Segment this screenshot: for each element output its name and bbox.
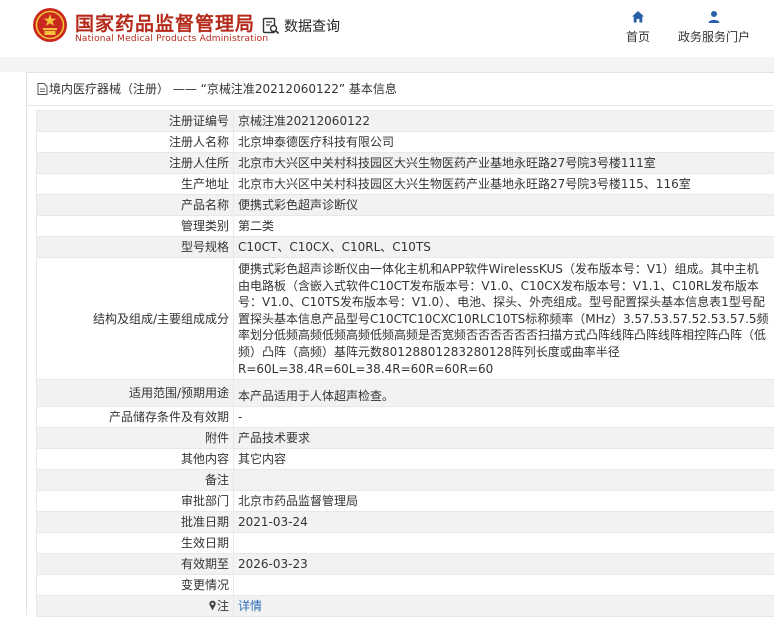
table-row: 有效期至2026-03-23	[37, 554, 774, 575]
table-row: 管理类别第二类	[37, 216, 774, 237]
breadcrumb-category[interactable]: 境内医疗器械（注册）	[49, 82, 169, 96]
details-link[interactable]: 详情	[238, 599, 262, 613]
field-label: 结构及组成/主要组成成分	[37, 258, 234, 380]
national-emblem-icon	[32, 7, 68, 43]
field-label: 注	[217, 599, 229, 613]
table-row: 注册证编号京械注准20212060122	[37, 111, 774, 132]
table-row: 生效日期	[37, 533, 774, 554]
data-query-link[interactable]: 数据查询	[262, 14, 340, 38]
field-value: 第二类	[234, 216, 774, 237]
field-label: 变更情况	[37, 575, 234, 596]
field-value	[234, 575, 774, 596]
table-row: 注册人住所北京市大兴区中关村科技园区大兴生物医药产业基地永旺路27号院3号楼11…	[37, 153, 774, 174]
user-icon	[707, 10, 721, 24]
brand-title: 国家药品监督管理局	[75, 9, 255, 36]
field-value: 本产品适用于人体超声检查。	[234, 380, 774, 407]
field-value	[234, 533, 774, 554]
field-value: 2021-03-24	[234, 512, 774, 533]
document-icon	[37, 83, 48, 95]
table-row: 审批部门北京市药品监督管理局	[37, 491, 774, 512]
table-row: 备注	[37, 470, 774, 491]
table-row: 批准日期2021-03-24	[37, 512, 774, 533]
field-value: 北京市大兴区中关村科技园区大兴生物医药产业基地永旺路27号院3号楼115、116…	[234, 174, 774, 195]
field-label: 审批部门	[37, 491, 234, 512]
table-row: 附件产品技术要求	[37, 428, 774, 449]
table-row: 注册人名称北京坤泰德医疗科技有限公司	[37, 132, 774, 153]
field-label: 生产地址	[37, 174, 234, 195]
breadcrumb-separator: ——	[173, 82, 197, 96]
table-row: 产品储存条件及有效期-	[37, 407, 774, 428]
data-query-label: 数据查询	[284, 16, 340, 36]
field-label: 注册人名称	[37, 132, 234, 153]
field-value: 北京坤泰德医疗科技有限公司	[234, 132, 774, 153]
table-row: 变更情况	[37, 575, 774, 596]
field-value: 便携式彩色超声诊断仪由一体化主机和APP软件WirelessKUS（发布版本号：…	[234, 258, 774, 380]
field-value: 京械注准20212060122	[234, 111, 774, 132]
data-search-icon	[262, 17, 280, 35]
field-label: 型号规格	[37, 237, 234, 258]
field-label: 注册证编号	[37, 111, 234, 132]
field-label: 附件	[37, 428, 234, 449]
table-row: 适用范围/预期用途本产品适用于人体超声检查。	[37, 380, 774, 407]
table-row: 型号规格C10CT、C10CX、C10RL、C10TS	[37, 237, 774, 258]
field-label: 批准日期	[37, 512, 234, 533]
table-row: 产品名称便携式彩色超声诊断仪	[37, 195, 774, 216]
nav-home-label: 首页	[626, 30, 650, 44]
table-row: 生产地址北京市大兴区中关村科技园区大兴生物医药产业基地永旺路27号院3号楼115…	[37, 174, 774, 195]
field-label: 产品储存条件及有效期	[37, 407, 234, 428]
registration-info-table: 注册证编号京械注准20212060122 注册人名称北京坤泰德医疗科技有限公司 …	[36, 110, 774, 617]
field-value: 北京市药品监督管理局	[234, 491, 774, 512]
field-label: 产品名称	[37, 195, 234, 216]
pin-icon	[208, 600, 217, 611]
field-label: 管理类别	[37, 216, 234, 237]
site-header: 国家药品监督管理局 National Medical Products Admi…	[0, 0, 774, 57]
field-value: -	[234, 407, 774, 428]
field-value: 便携式彩色超声诊断仪	[234, 195, 774, 216]
field-value: 其它内容	[234, 449, 774, 470]
breadcrumb-detail: “京械注准20212060122” 基本信息	[201, 82, 397, 96]
detail-panel: 境内医疗器械（注册） —— “京械注准20212060122” 基本信息 注册证…	[26, 72, 774, 615]
header-divider-band	[0, 57, 774, 72]
nav-services-label: 政务服务门户	[678, 30, 750, 44]
field-label: 有效期至	[37, 554, 234, 575]
breadcrumb: 境内医疗器械（注册） —— “京械注准20212060122” 基本信息	[27, 73, 774, 106]
home-icon	[631, 10, 645, 24]
field-label: 其他内容	[37, 449, 234, 470]
field-value	[234, 470, 774, 491]
field-label: 适用范围/预期用途	[37, 380, 234, 407]
brand-subtitle: National Medical Products Administration	[75, 34, 268, 44]
nav-home[interactable]: 首页	[624, 10, 652, 45]
table-row: 其他内容其它内容	[37, 449, 774, 470]
table-row: 结构及组成/主要组成成分便携式彩色超声诊断仪由一体化主机和APP软件Wirele…	[37, 258, 774, 380]
field-value: 北京市大兴区中关村科技园区大兴生物医药产业基地永旺路27号院3号楼111室	[234, 153, 774, 174]
field-value: C10CT、C10CX、C10RL、C10TS	[234, 237, 774, 258]
field-label: 备注	[37, 470, 234, 491]
field-value: 产品技术要求	[234, 428, 774, 449]
field-label: 注册人住所	[37, 153, 234, 174]
field-label: 生效日期	[37, 533, 234, 554]
nav-services[interactable]: 政务服务门户	[677, 10, 751, 45]
field-value: 2026-03-23	[234, 554, 774, 575]
